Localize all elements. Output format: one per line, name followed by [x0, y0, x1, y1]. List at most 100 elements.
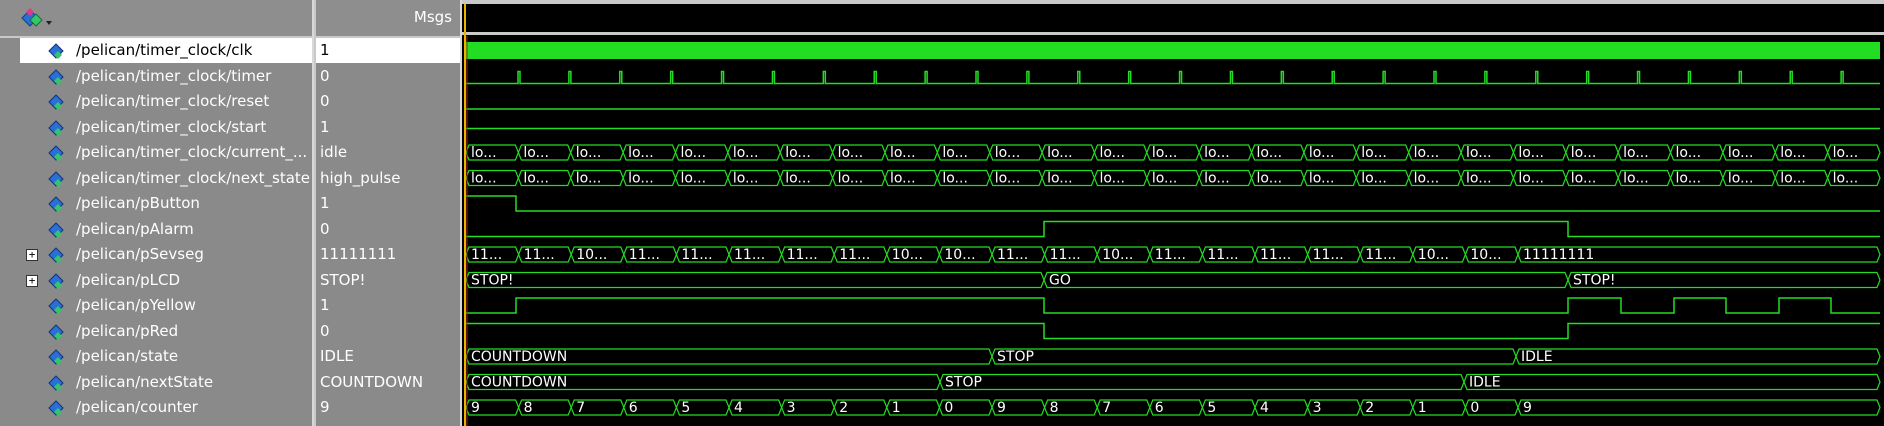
bus-signal-icon — [48, 247, 64, 263]
signal-name: /pelican/pButton — [76, 194, 200, 212]
bus-segment-label: 10... — [1418, 247, 1449, 263]
signal-row[interactable]: + /pelican/pLCD — [0, 268, 312, 293]
signal-value-row[interactable]: 0 — [316, 64, 460, 89]
signal-value-row[interactable]: 9 — [316, 395, 460, 420]
bus-segment-label: lo... — [733, 171, 759, 187]
bus-segment-label: lo... — [680, 171, 706, 187]
bus-segment-label: lo... — [733, 145, 759, 161]
waveform-canvas[interactable]: lo... lo... lo... lo... lo... lo... lo... lo...… — [462, 0, 1884, 426]
signal-name-pane: /pelican/timer_clock/clk/pelican/timer_c… — [0, 0, 314, 426]
bus-segment-label: lo... — [942, 145, 968, 161]
bus-segment-label: STOP — [945, 375, 982, 391]
bus-signal-icon — [48, 170, 64, 187]
bus-segment-label: STOP! — [1573, 273, 1616, 289]
signal-row[interactable]: /pelican/timer_clock/current_... — [0, 140, 312, 165]
bus-segment-label: lo... — [1257, 171, 1283, 187]
bus-segment-label: lo... — [1257, 145, 1283, 161]
bus-segment-label: 11... — [1050, 247, 1081, 263]
signal-value: STOP! — [320, 270, 366, 289]
bus-segment-label: 2 — [1365, 400, 1374, 416]
bus-signal-icon — [48, 145, 64, 161]
signal-value: 1 — [320, 41, 330, 59]
bus-segment-label: lo... — [1780, 171, 1806, 187]
bus-segment-label: lo... — [1518, 145, 1544, 161]
bus-signal-icon — [48, 272, 64, 289]
bus-segment-label: 11... — [1313, 247, 1344, 263]
bus-segment-label: lo... — [576, 145, 602, 161]
signal-row[interactable]: /pelican/timer_clock/timer — [0, 64, 312, 89]
bus-segment-label: lo... — [1571, 171, 1597, 187]
signal-row[interactable]: /pelican/timer_clock/reset — [0, 89, 312, 114]
signal-value-row[interactable]: IDLE — [316, 344, 460, 369]
signal-name: /pelican/nextState — [76, 372, 214, 391]
signal-value-row[interactable]: 0 — [316, 217, 460, 242]
signal-name: /pelican/timer_clock/reset — [76, 92, 270, 110]
signal-value-pane: Msgs 1 0 0 1 idle high_pulse 1 0 11111111 STOP! 1 0… — [316, 0, 462, 426]
signal-name: /pelican/pAlarm — [76, 219, 194, 238]
bus-segment-label: 11... — [1207, 247, 1238, 263]
bus-segment-label: lo... — [838, 145, 864, 161]
signal-row[interactable]: /pelican/pYellow — [0, 293, 312, 318]
signal-row[interactable]: /pelican/pAlarm — [0, 217, 312, 242]
bus-segment-label: 3 — [1313, 400, 1322, 416]
bit-signal-icon — [48, 221, 64, 238]
signal-row[interactable]: /pelican/timer_clock/start — [0, 115, 312, 140]
signal-row[interactable]: /pelican/timer_clock/clk — [0, 38, 312, 63]
signal-row[interactable]: /pelican/counter — [0, 395, 312, 420]
signal-value: 9 — [320, 398, 330, 416]
signal-row[interactable]: /pelican/state — [0, 344, 312, 369]
signal-value-row[interactable]: idle — [316, 140, 460, 165]
signal-value-row[interactable]: 1 — [316, 191, 460, 216]
bus-segment-label: lo... — [576, 171, 602, 187]
bus-segment-label: 0 — [1470, 400, 1479, 416]
signal-value: 0 — [320, 92, 330, 110]
signal-row[interactable]: /pelican/nextState — [0, 370, 312, 395]
bus-segment-label: lo... — [1466, 145, 1492, 161]
signal-name: /pelican/pSevseg — [76, 245, 204, 263]
bus-segment-label: 6 — [629, 400, 638, 416]
signal-value-row[interactable]: STOP! — [316, 268, 460, 293]
signal-value-row[interactable]: 0 — [316, 89, 460, 114]
bus-segment-label: 11... — [839, 247, 870, 263]
bus-segment-label: lo... — [1414, 171, 1440, 187]
signal-value: 1 — [320, 117, 330, 136]
signal-row[interactable]: /pelican/pRed — [0, 319, 312, 344]
bus-segment-label: lo... — [1152, 145, 1178, 161]
signal-value-row[interactable]: 0 — [316, 319, 460, 344]
signal-value-row[interactable]: high_pulse — [316, 166, 460, 191]
selection-highlight — [316, 38, 460, 63]
bus-segment-label: 5 — [681, 400, 690, 416]
signal-row[interactable]: /pelican/timer_clock/next_state — [0, 166, 312, 191]
signal-value-row[interactable]: 1 — [316, 38, 460, 63]
bus-segment-label: lo... — [1676, 145, 1702, 161]
bus-segment-label: 11111111 — [1523, 247, 1594, 263]
bus-segment-label: 10... — [576, 247, 607, 263]
bus-segment-label: lo... — [628, 145, 654, 161]
signal-value: 0 — [320, 66, 330, 85]
bus-segment-label: 11... — [787, 247, 818, 263]
bus-segment-label: lo... — [1728, 171, 1754, 187]
name-pane-header — [0, 0, 312, 38]
expand-icon[interactable]: + — [26, 274, 38, 287]
waveform-pane[interactable]: lo... lo... lo... lo... lo... lo... lo... lo...… — [462, 0, 1884, 426]
signal-value: idle — [320, 143, 348, 161]
bus-segment-label: 7 — [1102, 400, 1111, 416]
expand-icon[interactable]: + — [26, 249, 38, 261]
bus-segment-label: lo... — [1623, 171, 1649, 187]
bus-segment-label: lo... — [995, 171, 1021, 187]
signal-name: /pelican/timer_clock/next_state — [76, 168, 311, 187]
signal-value-row[interactable]: 1 — [316, 293, 460, 318]
bus-segment-label: lo... — [1047, 145, 1073, 161]
signal-row[interactable]: + /pelican/pSevseg — [0, 242, 312, 267]
signal-row[interactable]: /pelican/pButton — [0, 191, 312, 216]
bus-segment-label: lo... — [890, 145, 916, 161]
bus-segment-label: COUNTDOWN — [471, 375, 567, 391]
bus-segment-label: 2 — [839, 400, 848, 416]
bus-segment-label: lo... — [1833, 171, 1859, 187]
signal-name: /pelican/counter — [76, 398, 198, 416]
bus-segment-label: lo... — [942, 171, 968, 187]
signal-value-row[interactable]: 11111111 — [316, 242, 460, 267]
wave-window-icon[interactable] — [18, 6, 54, 32]
signal-value-row[interactable]: 1 — [316, 115, 460, 140]
signal-value-row[interactable]: COUNTDOWN — [316, 370, 460, 395]
